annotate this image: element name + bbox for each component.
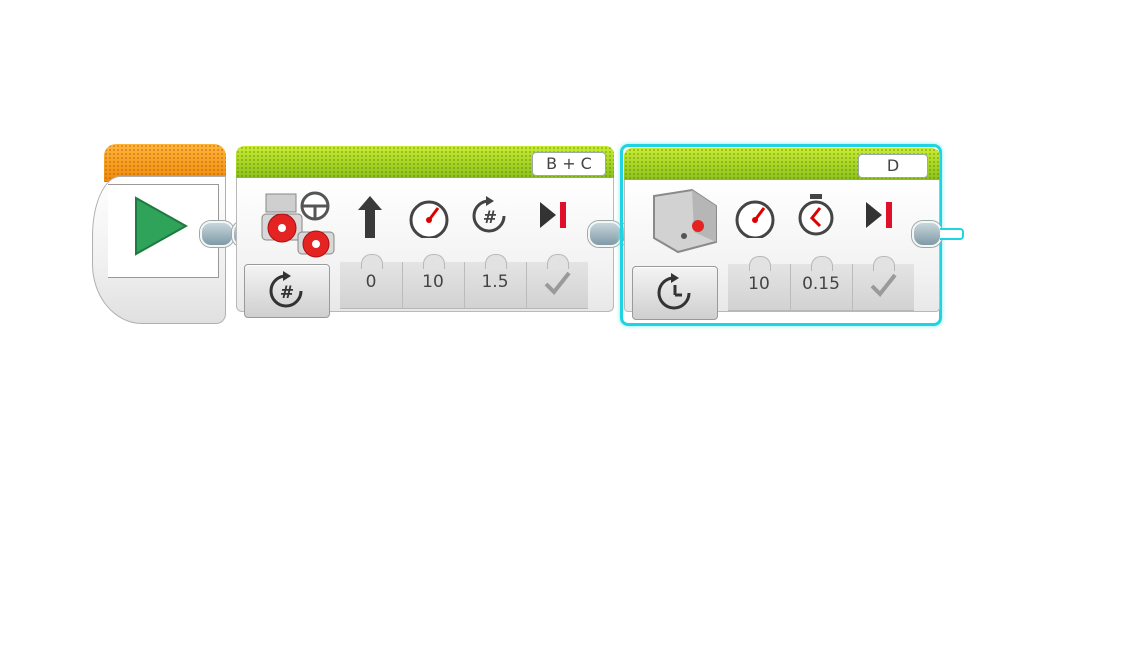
- rotations-mode-icon: #: [269, 271, 303, 308]
- param-rotations[interactable]: 1.5: [464, 254, 527, 308]
- rotations-icon: #: [472, 196, 506, 233]
- port-selector[interactable]: B + C: [532, 152, 606, 176]
- power-gauge-icon: [735, 200, 775, 238]
- param-seconds[interactable]: 0.15: [790, 256, 853, 310]
- sequence-connector-out[interactable]: [912, 221, 942, 247]
- checkmark-icon: [544, 271, 571, 296]
- steering-param-area: 0 10 1.5: [340, 254, 588, 309]
- sequence-wire-stub: [940, 228, 964, 240]
- sequence-connector[interactable]: [588, 221, 622, 247]
- port-selector[interactable]: D: [858, 154, 928, 178]
- timer-icon: [798, 194, 834, 236]
- svg-text:#: #: [280, 283, 294, 303]
- medium-param-area: 10 0.15: [728, 256, 914, 311]
- checkmark-icon: [870, 273, 897, 298]
- param-power[interactable]: 10: [728, 256, 791, 310]
- play-icon: [135, 196, 188, 256]
- param-steering[interactable]: 0: [340, 254, 403, 308]
- param-brake[interactable]: [526, 254, 588, 308]
- svg-text:#: #: [483, 208, 497, 228]
- param-brake[interactable]: [852, 256, 914, 310]
- mode-selector-button[interactable]: [632, 266, 718, 320]
- seconds-mode-icon: [657, 273, 691, 310]
- steering-arrow-icon: [358, 196, 382, 238]
- brake-icon: [866, 202, 892, 228]
- power-gauge-icon: [409, 200, 449, 238]
- medium-motor-icon: [653, 188, 717, 254]
- sequence-connector[interactable]: [200, 221, 234, 247]
- mode-selector-button[interactable]: #: [244, 264, 330, 318]
- steering-motors-icon: [261, 191, 335, 258]
- move-steering-block[interactable]: B + C # # 0 10 1.5: [236, 146, 614, 318]
- param-power[interactable]: 10: [402, 254, 465, 308]
- medium-motor-block[interactable]: D 10 0.15: [624, 148, 940, 320]
- brake-icon: [540, 202, 566, 228]
